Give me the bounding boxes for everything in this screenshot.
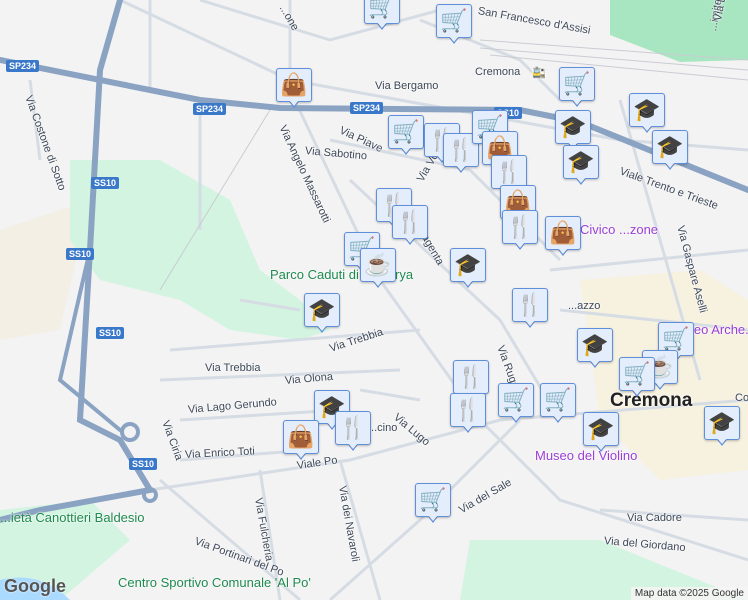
- food-icon: 🍴: [335, 411, 371, 445]
- map-marker-food[interactable]: 🍴: [512, 288, 548, 332]
- graduation-cap-icon: 🎓: [704, 406, 740, 440]
- map-attribution[interactable]: Map data ©2025 Google: [630, 587, 748, 600]
- map-marker-cart[interactable]: 🛒: [415, 483, 451, 527]
- map-marker-cart[interactable]: 🛒: [364, 0, 400, 34]
- map-marker-graduation-cap[interactable]: 🎓: [652, 130, 688, 174]
- map-marker-cart[interactable]: 🛒: [540, 383, 576, 427]
- map-marker-bag[interactable]: 👜: [283, 420, 319, 464]
- map-marker-food[interactable]: 🍴: [392, 205, 428, 249]
- map-marker-food[interactable]: 🍴: [502, 210, 538, 254]
- label-centro-sportivo: Centro Sportivo Comunale 'Al Po': [118, 575, 311, 590]
- food-icon: 🍴: [491, 155, 527, 189]
- cart-icon: 🛒: [498, 383, 534, 417]
- street-label: ...azzo: [568, 300, 601, 312]
- food-icon: 🍴: [450, 393, 486, 427]
- map-marker-graduation-cap[interactable]: 🎓: [583, 412, 619, 456]
- cart-icon: 🛒: [436, 4, 472, 38]
- cart-icon: 🛒: [388, 115, 424, 149]
- road-shield: SS10: [91, 177, 120, 189]
- road-shield: SS10: [129, 458, 158, 470]
- cart-icon: 🛒: [619, 357, 655, 391]
- street-label: Via Trebbia: [205, 362, 261, 374]
- map-marker-bag[interactable]: 👜: [545, 216, 581, 260]
- street-label: Via Bergamo: [375, 80, 439, 92]
- train-station-icon: 🚉: [532, 67, 546, 79]
- food-icon: 🍴: [502, 210, 538, 244]
- map-marker-cart[interactable]: 🛒: [388, 115, 424, 159]
- map-marker-graduation-cap[interactable]: 🎓: [577, 328, 613, 372]
- map-marker-graduation-cap[interactable]: 🎓: [704, 406, 740, 450]
- station-label: Cremona: [475, 66, 521, 78]
- road-shield: SP234: [6, 60, 40, 72]
- map-marker-graduation-cap[interactable]: 🎓: [304, 293, 340, 337]
- map-marker-cart[interactable]: 🛒: [436, 4, 472, 48]
- street-label: Co...: [735, 392, 748, 404]
- bag-icon: 👜: [276, 68, 312, 102]
- map-marker-graduation-cap[interactable]: 🎓: [450, 248, 486, 292]
- cart-icon: 🛒: [559, 67, 595, 101]
- graduation-cap-icon: 🎓: [555, 110, 591, 144]
- graduation-cap-icon: 🎓: [652, 130, 688, 164]
- food-icon: 🍴: [512, 288, 548, 322]
- google-logo: Google: [4, 576, 66, 596]
- road-shield: SS10: [66, 248, 95, 260]
- graduation-cap-icon: 🎓: [577, 328, 613, 362]
- coffee-icon: ☕: [360, 248, 396, 282]
- graduation-cap-icon: 🎓: [450, 248, 486, 282]
- food-icon: 🍴: [392, 205, 428, 239]
- cart-icon: 🛒: [540, 383, 576, 417]
- poi-civico: Civico ...zone: [580, 222, 659, 237]
- map-marker-graduation-cap[interactable]: 🎓: [563, 145, 599, 189]
- graduation-cap-icon: 🎓: [629, 93, 665, 127]
- map-marker-food[interactable]: 🍴: [450, 393, 486, 437]
- road-shield: SP234: [193, 103, 227, 115]
- graduation-cap-icon: 🎓: [583, 412, 619, 446]
- bag-icon: 👜: [283, 420, 319, 454]
- street-label: ...cino: [368, 422, 398, 434]
- map-marker-cart[interactable]: 🛒: [619, 357, 655, 401]
- food-icon: 🍴: [453, 360, 489, 394]
- graduation-cap-icon: 🎓: [304, 293, 340, 327]
- street-label: Via Cadore: [627, 512, 682, 524]
- label-canottieri: ...ietà Canottieri Baldesio: [0, 510, 145, 525]
- map-marker-cart[interactable]: 🛒: [498, 383, 534, 427]
- cart-icon: 🛒: [415, 483, 451, 517]
- graduation-cap-icon: 🎓: [563, 145, 599, 179]
- road-shield: SS10: [96, 327, 125, 339]
- map-marker-coffee[interactable]: ☕: [360, 248, 396, 292]
- bag-icon: 👜: [545, 216, 581, 250]
- map-marker-cart[interactable]: 🛒: [559, 67, 595, 111]
- map-marker-food[interactable]: 🍴: [335, 411, 371, 455]
- map-marker-bag[interactable]: 👜: [276, 68, 312, 112]
- road-shield: SP234: [350, 102, 384, 114]
